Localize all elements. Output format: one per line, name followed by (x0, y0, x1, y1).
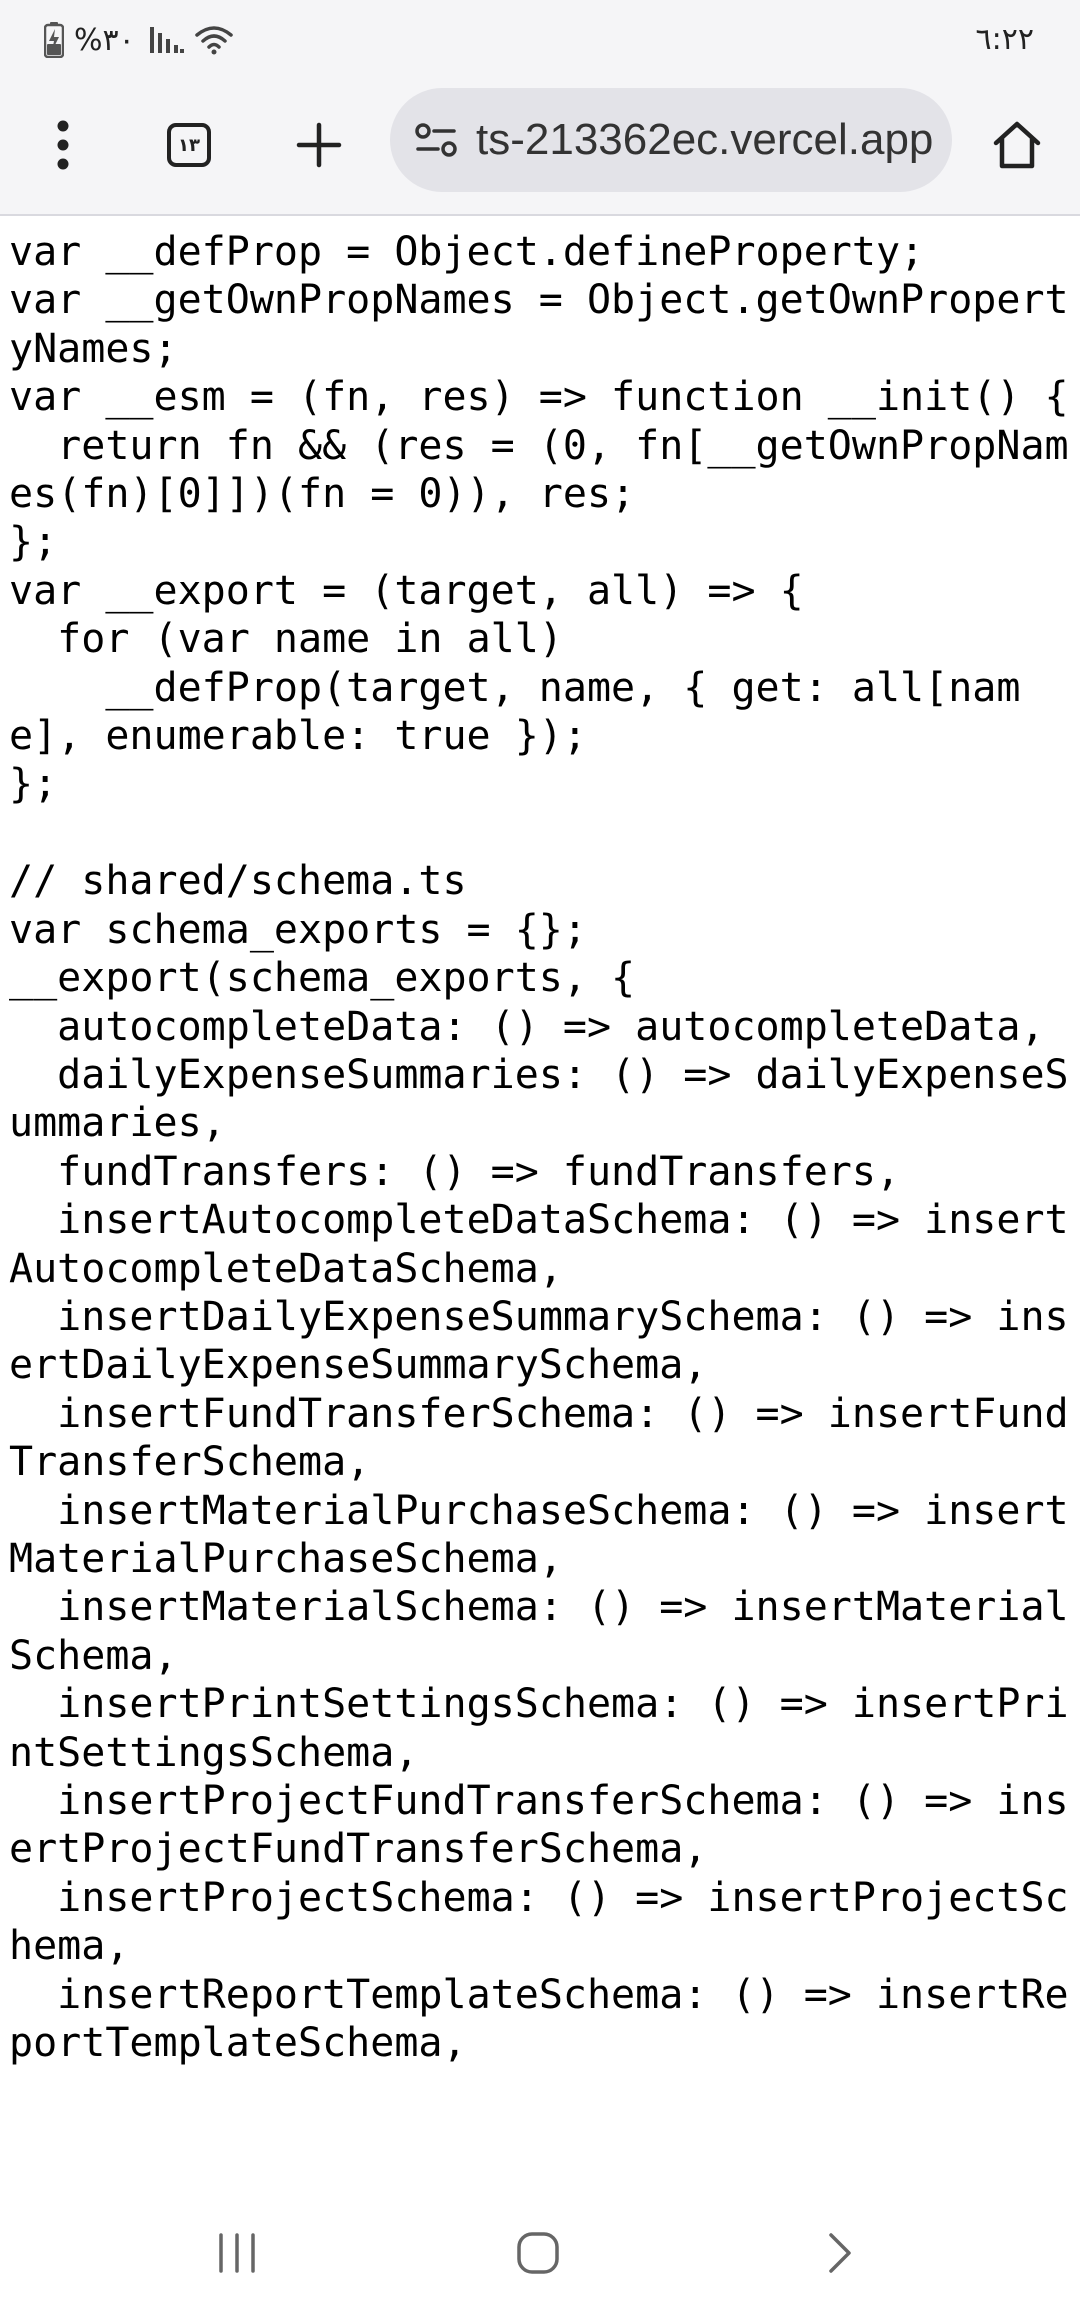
status-indicators: %٣٠ (44, 18, 233, 62)
home-nav-icon (517, 2232, 559, 2274)
status-time: ٦:٢٢ (975, 22, 1034, 57)
page-content[interactable]: var __defProp = Object.defineProperty; v… (0, 216, 1080, 2190)
wifi-icon (195, 26, 233, 55)
battery-charging-icon (44, 22, 64, 58)
home-button[interactable] (982, 110, 1052, 180)
new-tab-button[interactable] (284, 110, 354, 180)
home-icon (993, 121, 1041, 169)
recent-apps-button[interactable] (202, 2218, 272, 2288)
site-settings-icon[interactable] (414, 118, 458, 162)
signal-strength-icon (149, 27, 184, 53)
recents-icon (219, 2233, 255, 2273)
more-vertical-icon (57, 120, 69, 170)
battery-percent: %٣٠ (74, 22, 135, 58)
tab-count-badge: ١٣ (167, 123, 211, 167)
more-menu-button[interactable] (28, 110, 98, 180)
plus-icon (296, 122, 342, 168)
url-text: ts-213362ec.vercel.app (476, 115, 934, 164)
browser-toolbar: ١٣ ts-213362ec.vercel.app (0, 80, 1080, 216)
chevron-right-icon (829, 2233, 851, 2273)
tab-switcher-button[interactable]: ١٣ (154, 110, 224, 180)
back-nav-button[interactable] (804, 2218, 874, 2288)
system-navigation-bar (0, 2190, 1080, 2316)
address-bar[interactable]: ts-213362ec.vercel.app (390, 88, 952, 192)
source-code-text: var __defProp = Object.defineProperty; v… (9, 229, 1069, 2067)
status-bar: %٣٠ ٦:٢٢ (0, 0, 1080, 80)
home-nav-button[interactable] (503, 2218, 573, 2288)
